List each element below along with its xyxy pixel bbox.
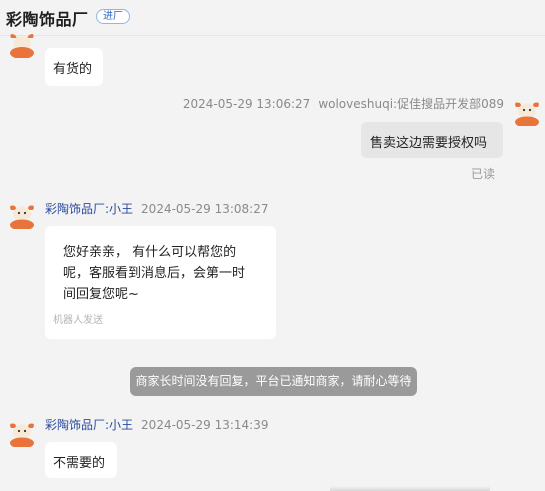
- seller-avatar-icon[interactable]: [8, 419, 36, 447]
- message-sender[interactable]: 彩陶饰品厂:小王: [45, 418, 133, 432]
- seller-avatar-icon[interactable]: [8, 201, 36, 229]
- message-sender[interactable]: 彩陶饰品厂:小王: [45, 202, 133, 216]
- enter-shop-badge[interactable]: 进厂: [96, 9, 130, 24]
- shop-title[interactable]: 彩陶饰品厂: [6, 6, 89, 30]
- message-bubble: 您好亲亲， 有什么可以帮您的 呢，客服看到消息后，会第一时 间回复您呢~ 机器人…: [45, 226, 276, 339]
- system-notice: 商家长时间没有回复，平台已通知商家，请耐心等待: [130, 367, 417, 396]
- message-text-line: 呢，客服看到消息后，会第一时: [63, 266, 246, 281]
- message-bubble: 不需要的: [45, 442, 117, 478]
- message-meta: 2024-05-29 13:06:27 woloveshuqi:促佳搜品开发部08…: [183, 95, 504, 112]
- message-text-line: 您好亲亲， 有什么可以帮您的: [63, 245, 237, 260]
- chat-header: 彩陶饰品厂 进厂: [0, 0, 545, 36]
- message-bubble: 有货的: [45, 48, 103, 86]
- message-meta: 彩陶饰品厂:小王 2024-05-29 13:14:39: [45, 416, 269, 433]
- scroll-fade: [330, 486, 490, 491]
- message-time: 2024-05-29 13:14:39: [141, 418, 269, 432]
- message-text: 不需要的: [53, 456, 106, 471]
- message-text: 售卖这边需要授权吗: [370, 136, 488, 151]
- message-text-line: 间回复您呢~: [63, 287, 139, 302]
- message-time: 2024-05-29 13:08:27: [141, 202, 269, 216]
- message-time: 2024-05-29 13:06:27: [182, 97, 311, 111]
- buyer-avatar-icon[interactable]: [513, 98, 541, 126]
- message-bubble-outgoing: 售卖这边需要授权吗: [361, 122, 503, 158]
- read-status: 已读: [471, 167, 496, 181]
- message-meta: 彩陶饰品厂:小王 2024-05-29 13:08:27: [45, 200, 269, 217]
- message-sender: woloveshuqi:促佳搜品开发部089: [318, 97, 504, 111]
- seller-avatar-icon[interactable]: [8, 30, 36, 58]
- bot-sent-tag: 机器人发送: [53, 315, 103, 326]
- message-text: 有货的: [53, 62, 93, 77]
